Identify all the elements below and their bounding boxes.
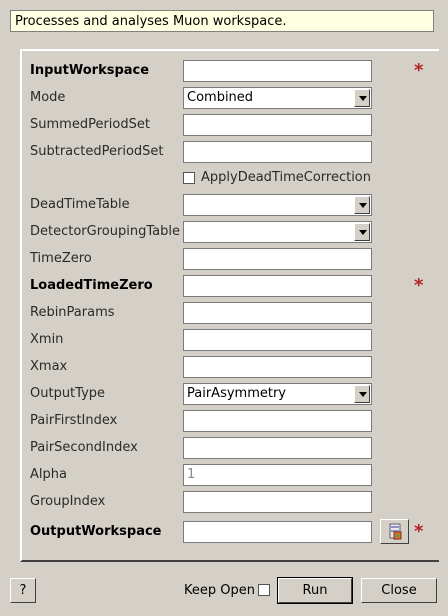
group-index-field[interactable] [183, 491, 372, 513]
output-type-select[interactable]: PairAsymmetry [183, 383, 372, 405]
subtracted-period-set-label: SubtractedPeriodSet [30, 144, 164, 159]
output-type-value: PairAsymmetry [187, 386, 286, 401]
pair-second-index-label: PairSecondIndex [30, 440, 138, 455]
pair-first-index-label: PairFirstIndex [30, 413, 118, 428]
subtracted-period-set-field[interactable] [183, 141, 372, 163]
output-workspace-field[interactable] [183, 521, 372, 543]
xmin-label: Xmin [30, 332, 64, 347]
browse-workspace-button[interactable] [380, 519, 409, 544]
chevron-down-icon[interactable] [354, 223, 370, 241]
input-workspace-field[interactable] [183, 60, 372, 82]
pair-first-index-field[interactable] [183, 410, 372, 432]
required-star-icon: * [414, 275, 424, 296]
loaded-time-zero-field[interactable] [183, 275, 372, 297]
detector-grouping-table-select[interactable] [183, 221, 372, 243]
summed-period-set-label: SummedPeriodSet [30, 117, 150, 132]
xmax-field[interactable] [183, 356, 372, 378]
help-button[interactable]: ? [10, 578, 36, 603]
chevron-down-icon[interactable] [354, 385, 370, 403]
summed-period-set-field[interactable] [183, 114, 372, 136]
apply-dead-time-checkbox[interactable] [183, 172, 195, 184]
loaded-time-zero-label: LoadedTimeZero [30, 278, 153, 293]
dead-time-table-label: DeadTimeTable [30, 197, 130, 212]
workspace-browse-icon [389, 523, 402, 540]
xmax-label: Xmax [30, 359, 68, 374]
output-workspace-label: OutputWorkspace [30, 524, 162, 539]
required-star-icon: * [414, 60, 424, 81]
chevron-down-icon[interactable] [354, 196, 370, 214]
detector-grouping-table-label: DetectorGroupingTable [30, 224, 180, 239]
alpha-label: Alpha [30, 467, 67, 482]
pair-second-index-field[interactable] [183, 437, 372, 459]
alpha-field[interactable]: 1 [183, 464, 372, 486]
group-index-label: GroupIndex [30, 494, 106, 509]
time-zero-field[interactable] [183, 248, 372, 270]
output-type-label: OutputType [30, 386, 106, 401]
apply-dead-time-label: ApplyDeadTimeCorrection [201, 170, 371, 185]
rebin-params-label: RebinParams [30, 305, 115, 320]
rebin-params-field[interactable] [183, 302, 372, 324]
keep-open-checkbox[interactable] [258, 584, 270, 596]
description-box: Processes and analyses Muon workspace. [10, 10, 434, 32]
keep-open-label: Keep Open [184, 583, 255, 598]
input-workspace-label: InputWorkspace [30, 63, 150, 78]
mode-select[interactable]: Combined [183, 87, 372, 109]
required-star-icon: * [414, 521, 424, 542]
time-zero-label: TimeZero [30, 251, 92, 266]
xmin-field[interactable] [183, 329, 372, 351]
mode-label: Mode [30, 90, 66, 105]
chevron-down-icon[interactable] [354, 89, 370, 107]
run-button[interactable]: Run [277, 577, 353, 604]
mode-value: Combined [187, 90, 254, 105]
dead-time-table-select[interactable] [183, 194, 372, 216]
close-button[interactable]: Close [361, 578, 437, 603]
